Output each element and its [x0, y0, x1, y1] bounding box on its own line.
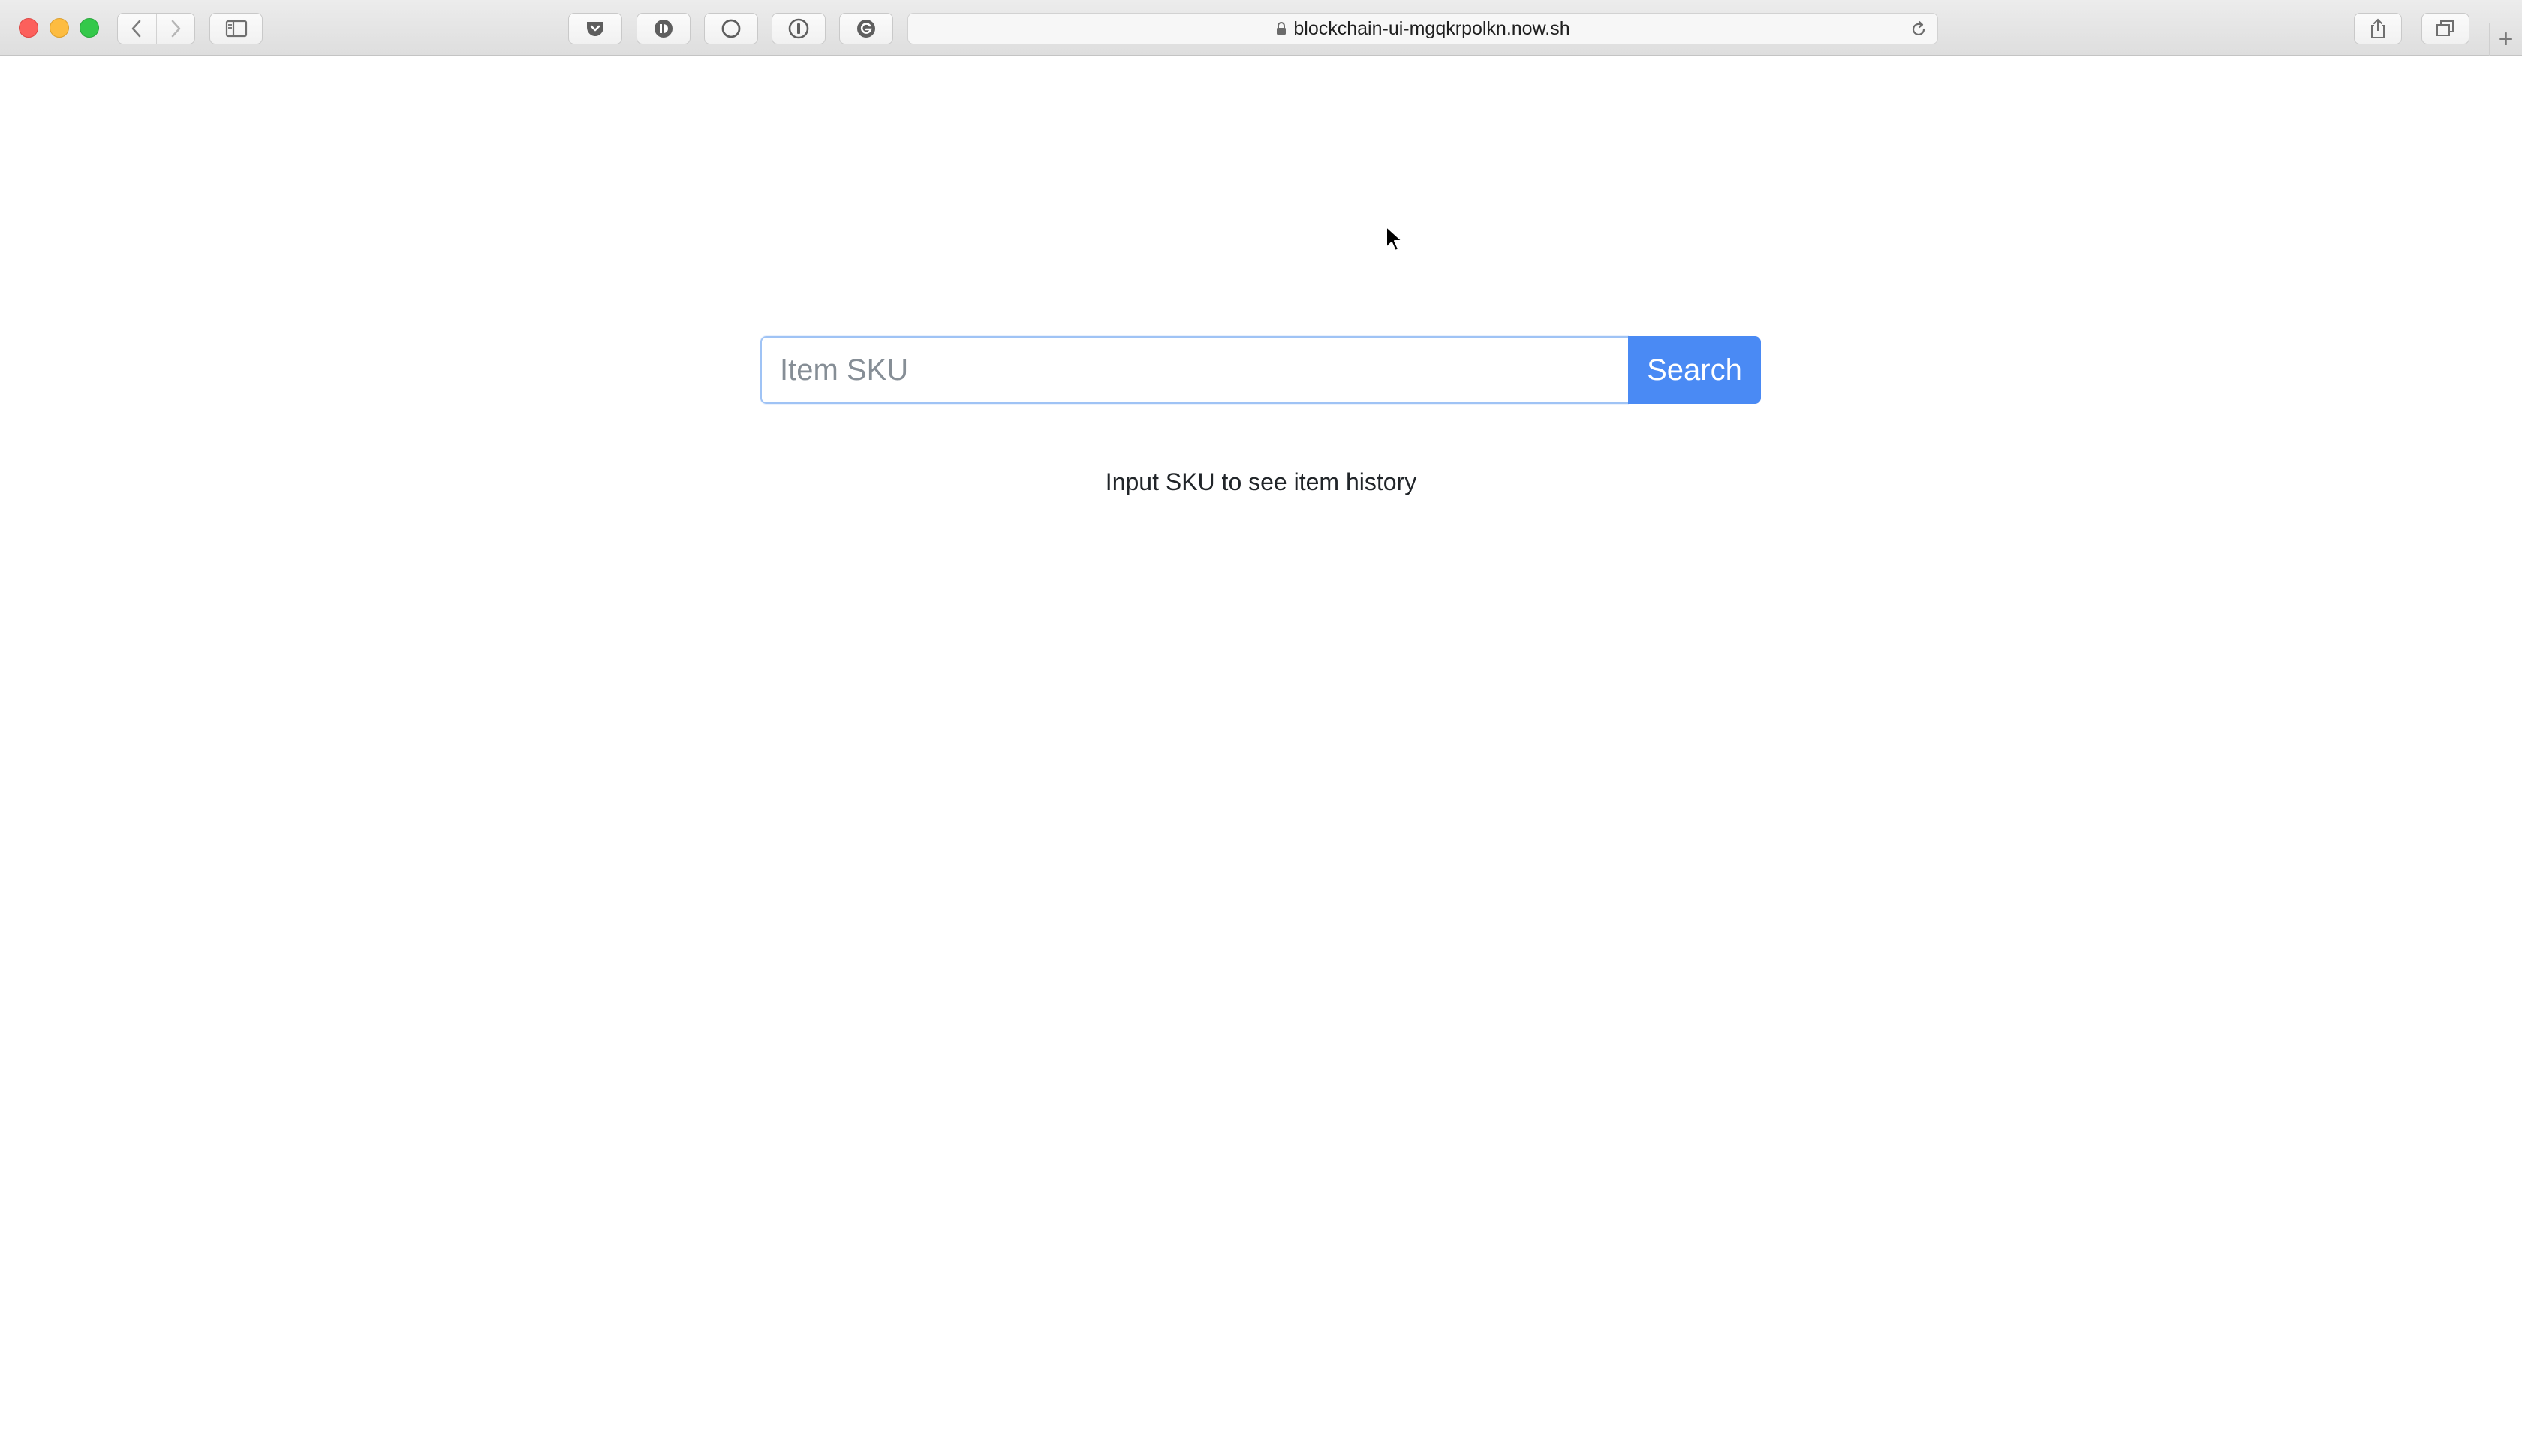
history-nav	[117, 13, 195, 44]
extension-circle-icon	[655, 20, 673, 38]
grammar-check-icon	[857, 20, 875, 38]
tab-overview-button[interactable]	[2421, 13, 2469, 44]
close-window-button[interactable]	[19, 18, 38, 38]
sku-search-input[interactable]	[760, 336, 1628, 404]
address-bar-url: blockchain-ui-mgqkrpolkn.now.sh	[1293, 17, 1570, 39]
browser-toolbar: blockchain-ui-mgqkrpolkn.now.sh +	[0, 0, 2522, 56]
hint-text: Input SKU to see item history	[1105, 468, 1417, 495]
password-manager-icon	[788, 18, 809, 39]
ring-extension-button[interactable]	[704, 13, 758, 44]
address-bar[interactable]: blockchain-ui-mgqkrpolkn.now.sh	[907, 13, 1938, 44]
pocket-extension-button[interactable]	[568, 13, 622, 44]
forward-button[interactable]	[155, 14, 195, 44]
sku-search-form: Search	[760, 336, 1761, 404]
minimize-window-button[interactable]	[50, 18, 69, 38]
tabs-icon	[2436, 20, 2454, 36]
back-button[interactable]	[118, 14, 156, 44]
reload-button[interactable]	[1909, 20, 1928, 39]
readkit-extension-button[interactable]	[637, 13, 691, 44]
search-button[interactable]: Search	[1628, 336, 1761, 404]
mouse-cursor-icon	[1385, 225, 1404, 257]
chevron-right-icon	[171, 20, 181, 38]
sidebar-icon	[225, 20, 247, 38]
zoom-window-button[interactable]	[80, 18, 99, 38]
new-tab-button[interactable]: +	[2489, 23, 2522, 56]
share-button[interactable]	[2354, 13, 2402, 44]
pocket-icon	[587, 22, 603, 36]
plus-icon: +	[2498, 24, 2514, 53]
password-manager-extension-button[interactable]	[772, 13, 826, 44]
chevron-left-icon	[131, 20, 141, 38]
lock-icon	[1277, 22, 1287, 35]
reload-icon	[1912, 20, 1925, 36]
sidebar-button[interactable]	[209, 13, 263, 44]
share-icon	[2371, 18, 2385, 38]
ring-icon	[721, 19, 741, 38]
grammar-extension-button[interactable]	[839, 13, 893, 44]
